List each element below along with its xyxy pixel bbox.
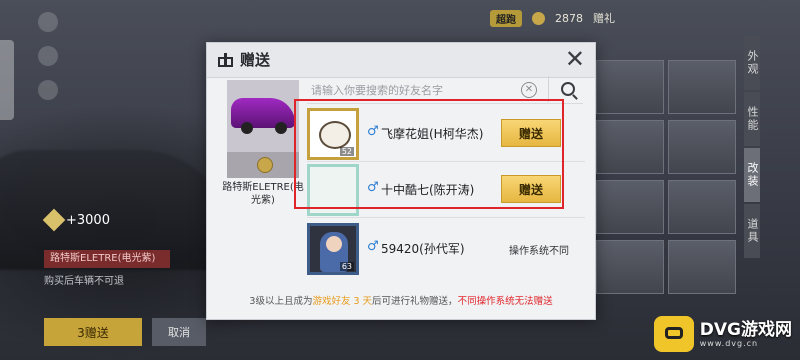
rule-text-3: 后可进行礼物赠送， xyxy=(372,296,458,307)
rule-text-2: 游戏好友 3 天 xyxy=(312,296,373,307)
zoom-in-icon[interactable] xyxy=(38,12,58,32)
friend-name: 十中酷七(陈开涛) xyxy=(381,183,475,197)
side-icon-column xyxy=(38,12,58,100)
left-edge-handle[interactable] xyxy=(0,40,14,120)
car-card[interactable] xyxy=(668,180,736,234)
gift-rule-note: 3级以上且成为游戏好友 3 天后可进行礼物赠送，不同操作系统无法赠送 xyxy=(207,293,595,307)
car-card[interactable] xyxy=(596,120,664,174)
car-card[interactable] xyxy=(668,240,736,294)
avatar-level: 52 xyxy=(339,147,354,156)
dialog-header: 赠送 ✕ xyxy=(207,43,595,78)
male-icon: ♂ xyxy=(367,239,379,254)
gamepad-logo-icon xyxy=(653,316,694,352)
search-button[interactable] xyxy=(548,76,587,102)
car-card[interactable] xyxy=(596,180,664,234)
rule-text-1: 3级以上且成为 xyxy=(249,296,313,307)
search-divider xyxy=(307,103,583,104)
gem-icon xyxy=(42,208,66,232)
toolbar-tab[interactable]: 赠礼 xyxy=(593,10,615,26)
rotate-icon[interactable] xyxy=(38,80,58,100)
watermark: DVG游戏网 www.dvg.cn xyxy=(653,316,792,352)
friend-name: 59420(孙代军) xyxy=(381,242,465,256)
reward-amount: +3000 xyxy=(42,208,110,232)
coin-icon xyxy=(257,157,273,173)
male-icon: ♂ xyxy=(367,180,379,195)
car-image xyxy=(231,98,295,134)
friend-search-input[interactable] xyxy=(307,79,545,101)
gift-dialog: 赠送 ✕ 路特斯ELETRE(电光紫) ✕ 52 ♂ 飞摩花姐(H柯华杰) 赠送… xyxy=(206,42,596,320)
friend-row: 52 ♂ 飞摩花姐(H柯华杰) 赠送 xyxy=(307,107,585,162)
coin-icon xyxy=(532,11,545,25)
gift-icon xyxy=(217,51,234,68)
avatar: 63 xyxy=(307,223,359,275)
clear-icon[interactable]: ✕ xyxy=(521,82,537,98)
avatar-level: 63 xyxy=(339,262,354,271)
dialog-title-text: 赠送 xyxy=(240,51,271,69)
dialog-title: 赠送 xyxy=(217,49,270,70)
background-car-name: 路特斯ELETRE(电光紫) xyxy=(44,250,170,268)
toolbar-count: 2878 xyxy=(555,11,583,25)
gift-button[interactable]: 赠送 xyxy=(501,175,561,203)
car-card-grid xyxy=(596,40,736,330)
car-card[interactable] xyxy=(668,120,736,174)
friend-name: 飞摩花姐(H柯华杰) xyxy=(381,127,484,141)
row-divider xyxy=(307,161,585,162)
search-icon xyxy=(561,82,575,96)
male-icon: ♂ xyxy=(367,124,379,139)
background-gift-button[interactable]: 3赠送 xyxy=(44,318,142,346)
close-icon[interactable]: ✕ xyxy=(565,47,585,71)
tab-modify[interactable]: 改装 xyxy=(744,148,760,202)
cat-avatar-icon xyxy=(319,121,351,149)
background-info: 购买后车辆不可退 xyxy=(44,276,124,287)
rule-text-4: 不同操作系统无法赠送 xyxy=(457,296,553,307)
avatar: 52 xyxy=(307,108,359,160)
reward-text: +3000 xyxy=(66,212,110,228)
car-name: 路特斯ELETRE(电光紫) xyxy=(222,182,304,206)
zoom-out-icon[interactable] xyxy=(38,46,58,66)
car-card[interactable] xyxy=(668,60,736,114)
gift-button[interactable]: 赠送 xyxy=(501,119,561,147)
tab-items[interactable]: 道具 xyxy=(744,204,760,258)
background-cancel-button[interactable]: 取消 xyxy=(152,318,206,346)
car-preview xyxy=(227,80,299,178)
side-tabs: 外观 性能 改装 道具 xyxy=(744,36,800,260)
car-card[interactable] xyxy=(596,60,664,114)
friend-row: 63 ♂ 59420(孙代军) 操作系统不同 xyxy=(307,222,585,277)
toolbar-badge: 超跑 xyxy=(490,9,522,27)
tab-performance[interactable]: 性能 xyxy=(744,92,760,146)
watermark-text-block: DVG游戏网 www.dvg.cn xyxy=(700,321,792,348)
tab-appearance[interactable]: 外观 xyxy=(744,36,760,90)
row-divider xyxy=(307,217,585,218)
friend-row: ♂ 十中酷七(陈开涛) 赠送 xyxy=(307,163,585,218)
top-toolbar: 超跑 2878 赠礼 xyxy=(490,6,800,30)
watermark-text: DVG游戏网 xyxy=(699,319,792,340)
os-mismatch-status: 操作系统不同 xyxy=(509,246,569,257)
avatar xyxy=(307,164,359,216)
car-card[interactable] xyxy=(596,240,664,294)
